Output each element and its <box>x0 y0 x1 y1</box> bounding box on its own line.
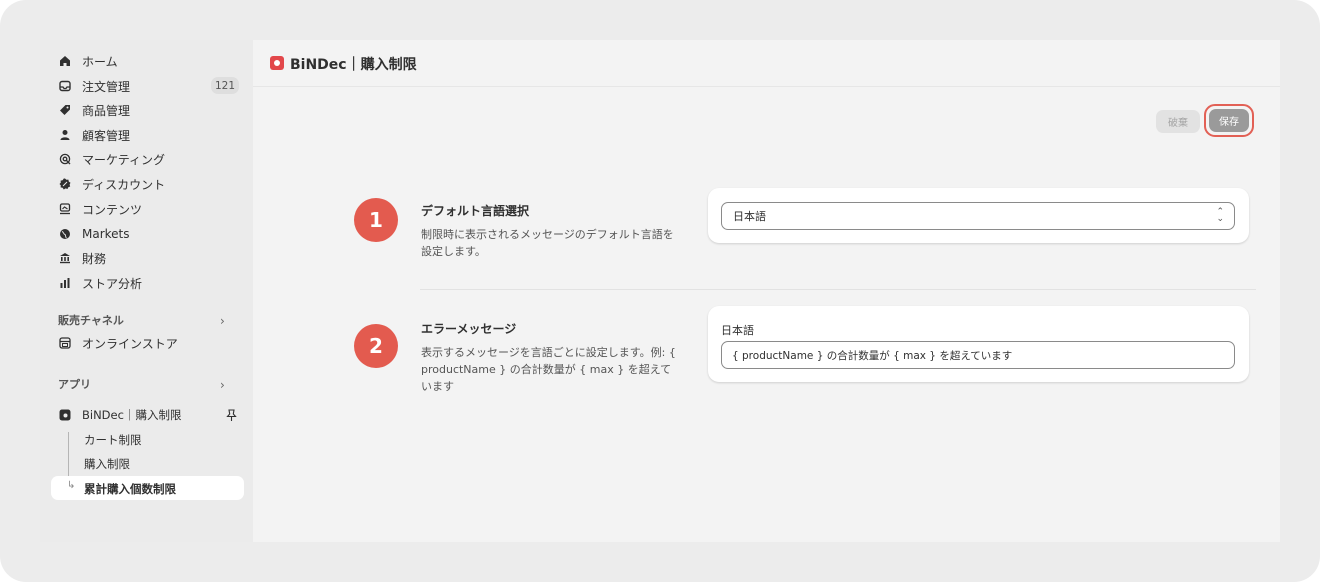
discount-icon <box>58 177 72 191</box>
sidebar-item-analytics[interactable]: ストア分析 <box>58 272 142 294</box>
section-description-error-message: 表示するメッセージを言語ごとに設定します。例: { productName } … <box>421 346 676 393</box>
sidebar-item-label: ストア分析 <box>82 276 143 291</box>
save-button-highlight: 保存 <box>1204 104 1254 137</box>
select-value: 日本語 <box>733 210 766 223</box>
store-icon <box>58 336 72 350</box>
sidebar-item-label: オンラインストア <box>82 336 178 351</box>
page-title: BiNDec｜購入制限 <box>290 57 417 73</box>
bindec-logo-icon <box>270 56 284 70</box>
tag-icon <box>58 103 72 117</box>
chevron-right-icon[interactable]: › <box>220 314 225 328</box>
sidebar-item-online-store[interactable]: オンラインストア <box>58 332 178 354</box>
sidebar-item-label: 財務 <box>82 251 107 266</box>
language-field-label: 日本語 <box>721 324 754 337</box>
content-icon <box>58 202 72 216</box>
sidebar-item-content[interactable]: コンテンツ <box>58 198 142 220</box>
sales-channel-heading: 販売チャネル <box>58 314 124 327</box>
sidebar-item-products[interactable]: 商品管理 <box>58 99 130 121</box>
sidebar-item-label: ディスカウント <box>82 177 166 192</box>
sidebar-item-customers[interactable]: 顧客管理 <box>58 124 130 146</box>
sidebar-item-label: 商品管理 <box>82 103 131 118</box>
save-button[interactable]: 保存 <box>1209 109 1249 132</box>
chart-bar-icon <box>58 276 72 290</box>
sidebar-item-finance[interactable]: 財務 <box>58 247 106 269</box>
sidebar-item-label: 顧客管理 <box>82 128 131 143</box>
screenshot-frame: ホーム 注文管理 121 商品管理 顧客管理 マーケティング ディスカウント コ… <box>0 0 1320 582</box>
sidebar-item-label: ホーム <box>82 54 118 69</box>
sidebar-item-app-bindec[interactable]: BiNDec｜購入制限 <box>58 404 181 426</box>
apps-heading: アプリ <box>58 378 91 391</box>
orders-count-badge: 121 <box>211 77 239 94</box>
sidebar-item-orders[interactable]: 注文管理 <box>58 75 130 97</box>
error-message-card: 日本語 { productName } の合計数量が { max } を超えてい… <box>708 306 1249 382</box>
default-language-card: 日本語 ⌃ ⌄ <box>708 188 1249 243</box>
sub-item-cumulative-limit[interactable]: 累計購入個数制限 <box>84 481 176 497</box>
pin-icon[interactable] <box>226 407 237 426</box>
sub-item-purchase-limit[interactable]: 購入制限 <box>84 456 130 472</box>
admin-app: ホーム 注文管理 121 商品管理 顧客管理 マーケティング ディスカウント コ… <box>40 40 1280 542</box>
sidebar-item-label: BiNDec｜購入制限 <box>82 408 182 422</box>
main-content: BiNDec｜購入制限 破棄 保存 1 デフォルト言語選択 制限時に表示されるメ… <box>253 40 1280 542</box>
select-chevron-icon: ⌃ ⌄ <box>1216 207 1224 224</box>
sub-item-cart-limit[interactable]: カート制限 <box>84 432 142 448</box>
app-topbar: BiNDec｜購入制限 <box>253 40 1280 87</box>
section-description-default-language: 制限時に表示されるメッセージのデフォルト言語を設定します。 <box>421 228 674 258</box>
sidebar-item-label: Markets <box>82 227 130 241</box>
sidebar-item-label: マーケティング <box>82 152 166 167</box>
default-language-select[interactable]: 日本語 ⌃ ⌄ <box>721 202 1235 230</box>
globe-icon <box>58 227 72 241</box>
sidebar-item-markets[interactable]: Markets <box>58 223 130 245</box>
discard-button[interactable]: 破棄 <box>1156 110 1200 133</box>
bank-icon <box>58 251 72 265</box>
section-divider <box>420 289 1256 290</box>
sidebar-item-label: コンテンツ <box>82 202 143 217</box>
section-title-error-message: エラーメッセージ <box>421 322 517 336</box>
sidebar-item-discounts[interactable]: ディスカウント <box>58 173 165 195</box>
sidebar-item-label: 注文管理 <box>82 79 131 94</box>
person-icon <box>58 128 72 142</box>
chevron-right-icon[interactable]: › <box>220 378 225 392</box>
sidebar-item-marketing[interactable]: マーケティング <box>58 148 165 170</box>
inbox-icon <box>58 79 72 93</box>
home-icon <box>58 54 72 68</box>
app-logo-icon <box>58 408 72 422</box>
sidebar: ホーム 注文管理 121 商品管理 顧客管理 マーケティング ディスカウント コ… <box>40 40 253 542</box>
tree-arrow-icon: ↳ <box>67 480 76 491</box>
step-2-marker: 2 <box>354 324 398 368</box>
section-title-default-language: デフォルト言語選択 <box>421 204 530 218</box>
sidebar-item-home[interactable]: ホーム <box>58 50 118 72</box>
step-1-marker: 1 <box>354 198 398 242</box>
target-icon <box>58 152 72 166</box>
error-message-input[interactable]: { productName } の合計数量が { max } を超えています <box>721 341 1235 369</box>
